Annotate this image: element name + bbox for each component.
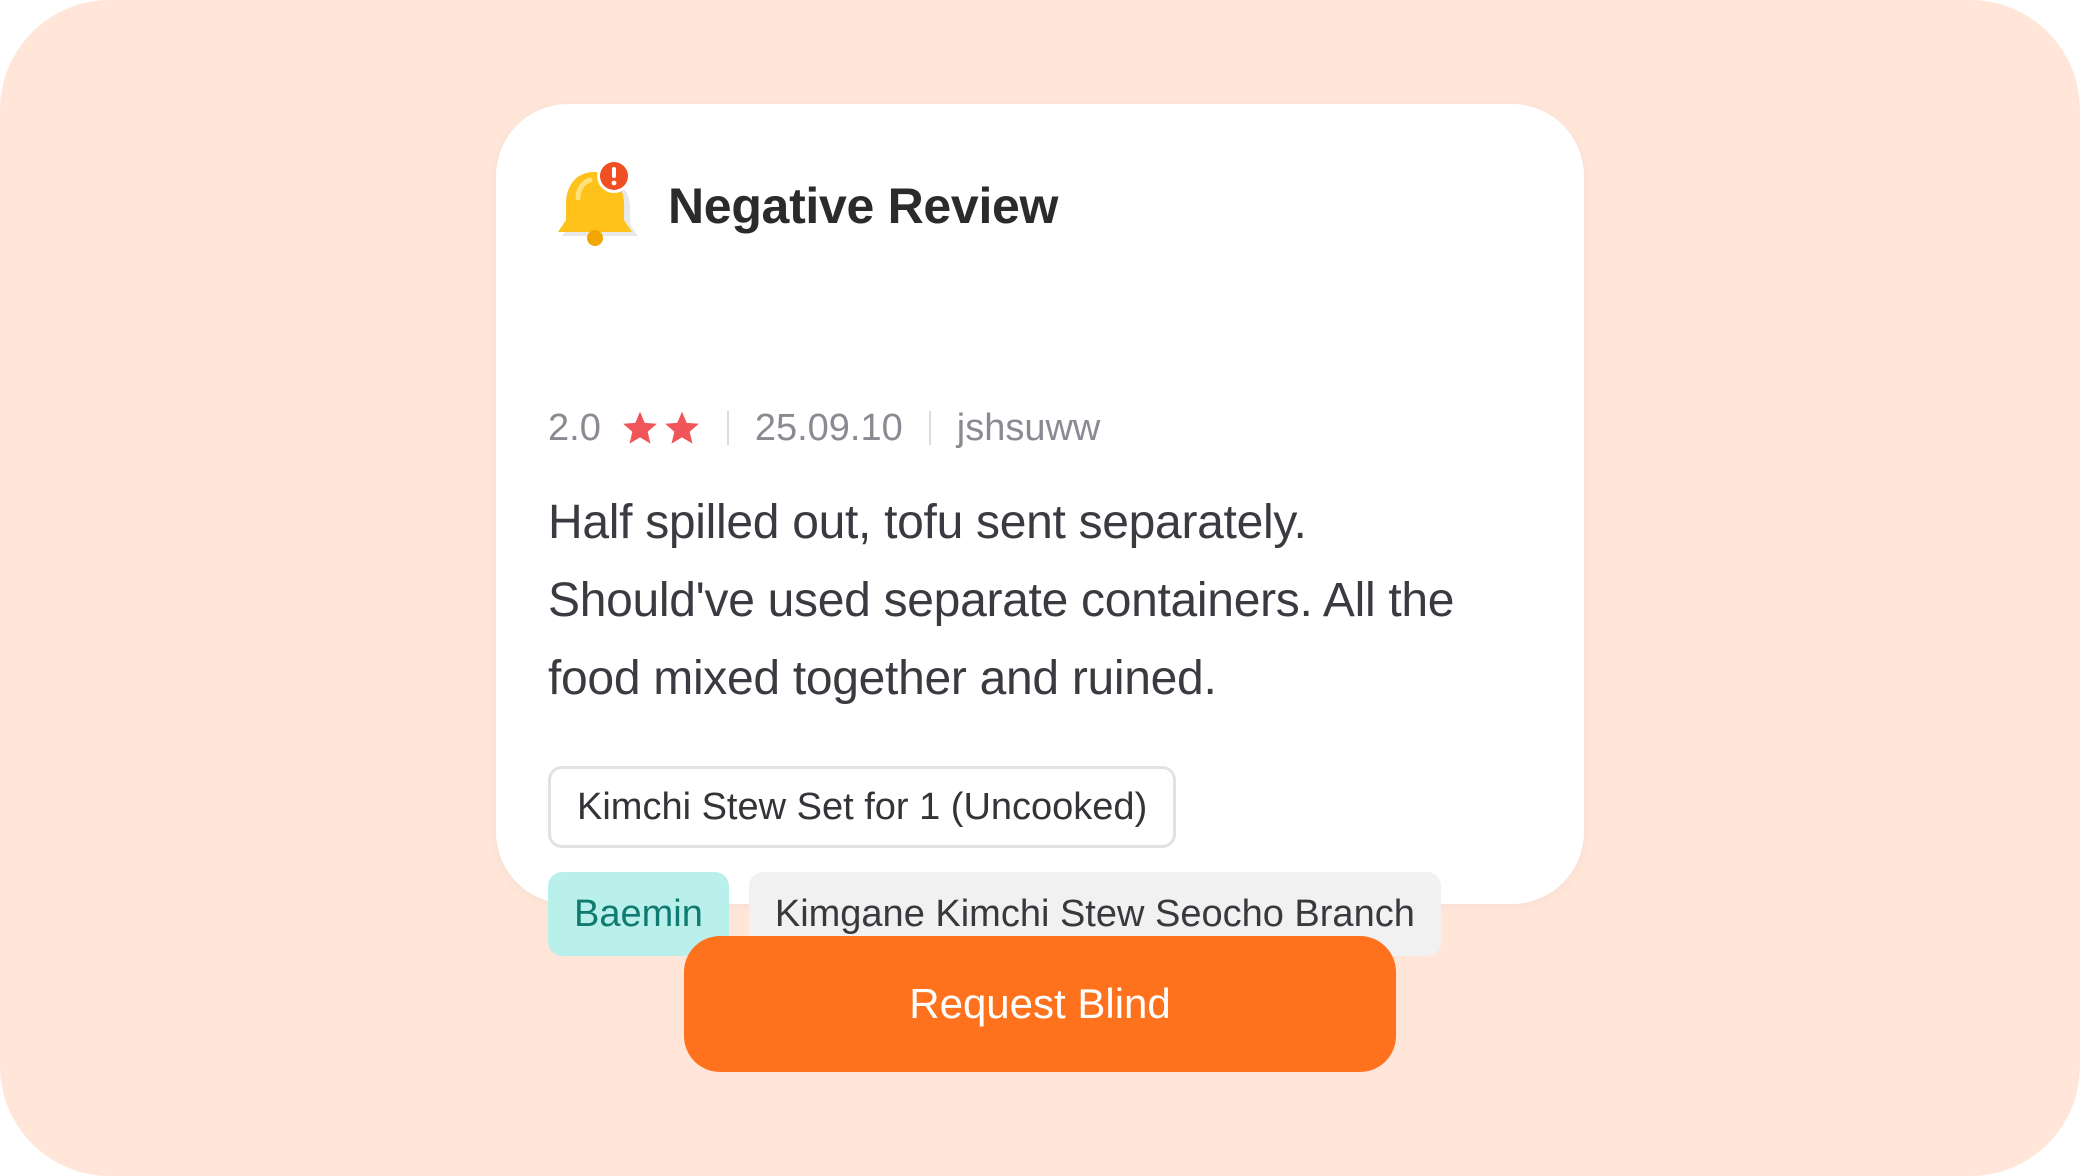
reviewer-username: jshsuww — [956, 406, 1101, 449]
star-icon — [663, 410, 701, 446]
review-date: 25.09.10 — [754, 406, 903, 449]
review-card: Negative Review 2.0 25.09.10 jshsuww Hal… — [496, 104, 1584, 956]
divider — [726, 411, 729, 445]
page-background: Negative Review 2.0 25.09.10 jshsuww Hal… — [0, 0, 2080, 1176]
request-blind-button[interactable]: Request Blind — [684, 936, 1396, 1072]
rating-value: 2.0 — [548, 406, 601, 449]
star-icon — [621, 410, 659, 446]
menu-item-chip: Kimchi Stew Set for 1 (Uncooked) — [548, 766, 1177, 848]
card-header: Negative Review — [548, 156, 1058, 256]
review-meta: 2.0 25.09.10 jshsuww — [548, 402, 1100, 454]
divider — [928, 411, 931, 445]
review-text: Half spilled out, tofu sent separately. … — [548, 496, 1455, 705]
card-title: Negative Review — [668, 178, 1059, 234]
bell-alert-icon — [548, 158, 644, 254]
star-rating — [621, 410, 701, 446]
